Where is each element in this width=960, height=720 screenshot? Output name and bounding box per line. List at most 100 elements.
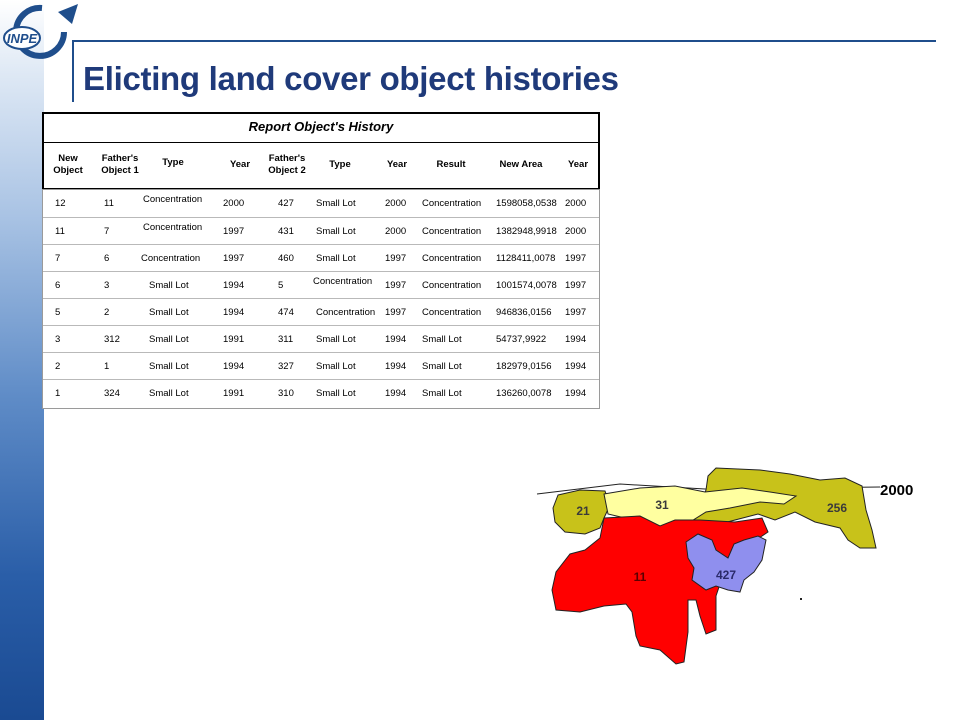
map-label-31: 31	[655, 498, 669, 512]
column-header-year-3: Year	[567, 159, 589, 170]
cell-year-1: 1994	[223, 307, 245, 318]
column-header-type-2: Type	[329, 159, 351, 170]
map-label-427: 427	[716, 568, 736, 582]
cell-type-1: Concentration	[143, 222, 203, 233]
report-rows: 12 11 Concentration 2000 427 Small Lot 2…	[42, 189, 600, 409]
cell-type-1: Small Lot	[149, 388, 189, 399]
cell-result: Small Lot	[422, 361, 462, 372]
map-speck	[800, 598, 802, 600]
cell-new-area: 182979,0156	[496, 361, 552, 372]
cell-fathers-object-2: 431	[278, 226, 294, 237]
column-header-year-1: Year	[229, 159, 251, 170]
cell-fathers-object-2: 427	[278, 198, 294, 209]
column-header-type-1: Type	[162, 157, 184, 168]
cell-year-3: 1994	[565, 361, 587, 372]
cell-fathers-object-2: 474	[278, 307, 294, 318]
cell-year-1: 1994	[223, 280, 245, 291]
left-gradient-bar	[0, 0, 44, 720]
cell-year-1: 1994	[223, 361, 245, 372]
cell-type-2: Concentration	[316, 307, 376, 318]
land-cover-map: 21 31 256 11 427	[536, 467, 881, 665]
cell-year-2: 1997	[385, 280, 407, 291]
cell-year-3: 1994	[565, 388, 587, 399]
report-title-divider	[44, 142, 598, 143]
inpe-logo: INPE	[3, 4, 78, 59]
cell-year-2: 1994	[385, 388, 407, 399]
cell-year-2: 1994	[385, 361, 407, 372]
cell-type-2: Small Lot	[316, 361, 356, 372]
cell-year-2: 2000	[385, 198, 407, 209]
cell-year-1: 2000	[223, 198, 245, 209]
cell-new-object: 3	[55, 334, 61, 345]
cell-new-area: 1598058,0538	[496, 198, 557, 209]
cell-type-2: Small Lot	[316, 198, 356, 209]
map-label-256: 256	[827, 501, 847, 515]
cell-fathers-object-1: 6	[104, 253, 110, 264]
cell-new-area: 946836,0156	[496, 307, 552, 318]
cell-fathers-object-2: 327	[278, 361, 294, 372]
slide-title: Elicting land cover object histories	[83, 60, 619, 97]
report-title: Report Object's History	[248, 119, 394, 134]
logo-text: INPE	[7, 31, 38, 46]
cell-new-object: 7	[55, 253, 61, 264]
cell-year-2: 1997	[385, 307, 407, 318]
map-year-label: 2000	[880, 482, 914, 499]
cell-type-2: Small Lot	[316, 334, 356, 345]
table-row: 6 3 Small Lot 1994 5 Concentration 1997 …	[43, 271, 599, 299]
cell-fathers-object-1: 312	[104, 334, 120, 345]
cell-year-1: 1997	[223, 226, 245, 237]
cell-fathers-object-1: 11	[104, 198, 114, 209]
cell-new-object: 12	[55, 198, 66, 209]
cell-new-area: 1128411,0078	[496, 253, 556, 264]
cell-new-object: 5	[55, 307, 61, 318]
map-label-21: 21	[576, 504, 590, 518]
cell-type-2: Small Lot	[316, 226, 356, 237]
cell-new-object: 2	[55, 361, 61, 372]
cell-result: Small Lot	[422, 334, 462, 345]
cell-year-2: 2000	[385, 226, 407, 237]
cell-year-2: 1994	[385, 334, 407, 345]
cell-type-1: Small Lot	[149, 280, 189, 291]
cell-year-1: 1991	[223, 388, 245, 399]
cell-year-3: 1997	[565, 253, 587, 264]
column-header-new-area: New Area	[499, 159, 543, 170]
cell-fathers-object-1: 2	[104, 307, 110, 318]
cell-year-3: 1997	[565, 307, 587, 318]
cell-year-2: 1997	[385, 253, 407, 264]
column-header-result: Result	[436, 159, 466, 170]
cell-new-area: 1001574,0078	[496, 280, 557, 291]
cell-year-3: 1997	[565, 280, 587, 291]
cell-type-1: Small Lot	[149, 361, 189, 372]
cell-new-object: 1	[55, 388, 61, 399]
table-row: 5 2 Small Lot 1994 474 Concentration 199…	[43, 298, 599, 326]
column-header-new-object: New Object	[53, 153, 83, 176]
cell-result: Concentration	[422, 280, 482, 291]
report-header: Report Object's History New Object Fathe…	[42, 112, 600, 190]
cell-fathers-object-2: 310	[278, 388, 294, 399]
table-row: 3 312 Small Lot 1991 311 Small Lot 1994 …	[43, 325, 599, 353]
cell-fathers-object-1: 3	[104, 280, 110, 291]
cell-year-1: 1991	[223, 334, 245, 345]
map-label-11: 11	[634, 570, 647, 584]
cell-new-object: 11	[55, 226, 65, 237]
table-row: 1 324 Small Lot 1991 310 Small Lot 1994 …	[43, 379, 599, 407]
cell-year-3: 2000	[565, 198, 587, 209]
cell-new-area: 1382948,9918	[496, 226, 557, 237]
cell-result: Concentration	[422, 198, 482, 209]
cell-year-1: 1997	[223, 253, 245, 264]
cell-fathers-object-1: 7	[104, 226, 110, 237]
cell-type-2: Small Lot	[316, 388, 356, 399]
cell-type-1: Concentration	[141, 253, 201, 264]
table-row: 12 11 Concentration 2000 427 Small Lot 2…	[43, 190, 599, 217]
table-row: 11 7 Concentration 1997 431 Small Lot 20…	[43, 217, 599, 245]
column-header-fathers-object-1: Father's Object 1	[101, 153, 139, 176]
cell-year-3: 2000	[565, 226, 587, 237]
cell-result: Small Lot	[422, 388, 462, 399]
table-row: 2 1 Small Lot 1994 327 Small Lot 1994 Sm…	[43, 352, 599, 380]
cell-fathers-object-1: 324	[104, 388, 120, 399]
title-accent-rule	[72, 42, 74, 102]
cell-type-2: Concentration	[313, 276, 373, 287]
cell-new-object: 6	[55, 280, 61, 291]
cell-new-area: 136260,0078	[496, 388, 552, 399]
report-table: Report Object's History New Object Fathe…	[42, 112, 600, 409]
